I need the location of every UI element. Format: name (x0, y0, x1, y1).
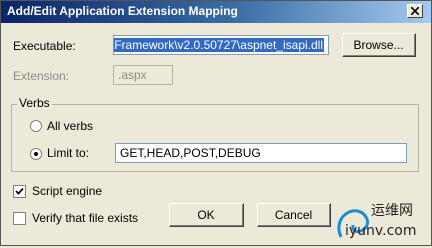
ok-label: OK (197, 207, 215, 222)
extension-input[interactable]: .aspx (113, 65, 173, 85)
title-bar[interactable]: Add/Edit Application Extension Mapping (1, 1, 431, 23)
executable-input[interactable]: T\Framework\v2.0.50727\aspnet_isapi.dll (113, 35, 329, 55)
watermark-url: iyunv.com (345, 223, 416, 239)
all-verbs-radio[interactable] (30, 120, 42, 132)
cancel-label: Cancel (274, 207, 313, 222)
extension-label: Extension: (13, 69, 70, 83)
verify-file-label[interactable]: Verify that file exists (32, 211, 138, 225)
all-verbs-label[interactable]: All verbs (47, 119, 93, 133)
watermark-logo: 运维网 iyunv.com (331, 197, 431, 245)
limit-to-input[interactable]: GET,HEAD,POST,DEBUG (115, 143, 407, 163)
browse-label: Browse... (353, 37, 404, 52)
script-engine-label[interactable]: Script engine (32, 184, 102, 198)
executable-label: Executable: (13, 39, 76, 53)
limit-to-radio[interactable] (30, 148, 42, 160)
close-button[interactable] (407, 4, 423, 18)
cancel-button[interactable]: Cancel (257, 203, 331, 227)
dialog-title: Add/Edit Application Extension Mapping (7, 4, 238, 18)
ok-button[interactable]: OK (169, 203, 244, 227)
watermark-chinese: 运维网 (371, 203, 413, 219)
dialog-window: Add/Edit Application Extension Mapping E… (0, 0, 432, 246)
limit-to-value: GET,HEAD,POST,DEBUG (120, 146, 261, 160)
verify-file-checkbox[interactable] (13, 212, 26, 225)
script-engine-checkbox[interactable] (13, 185, 26, 198)
limit-to-label[interactable]: Limit to: (47, 146, 89, 160)
verbs-group-title: Verbs (17, 96, 52, 110)
extension-value: .aspx (118, 68, 147, 82)
browse-button[interactable]: Browse... (342, 33, 416, 57)
executable-value: T\Framework\v2.0.50727\aspnet_isapi.dll (114, 38, 324, 52)
